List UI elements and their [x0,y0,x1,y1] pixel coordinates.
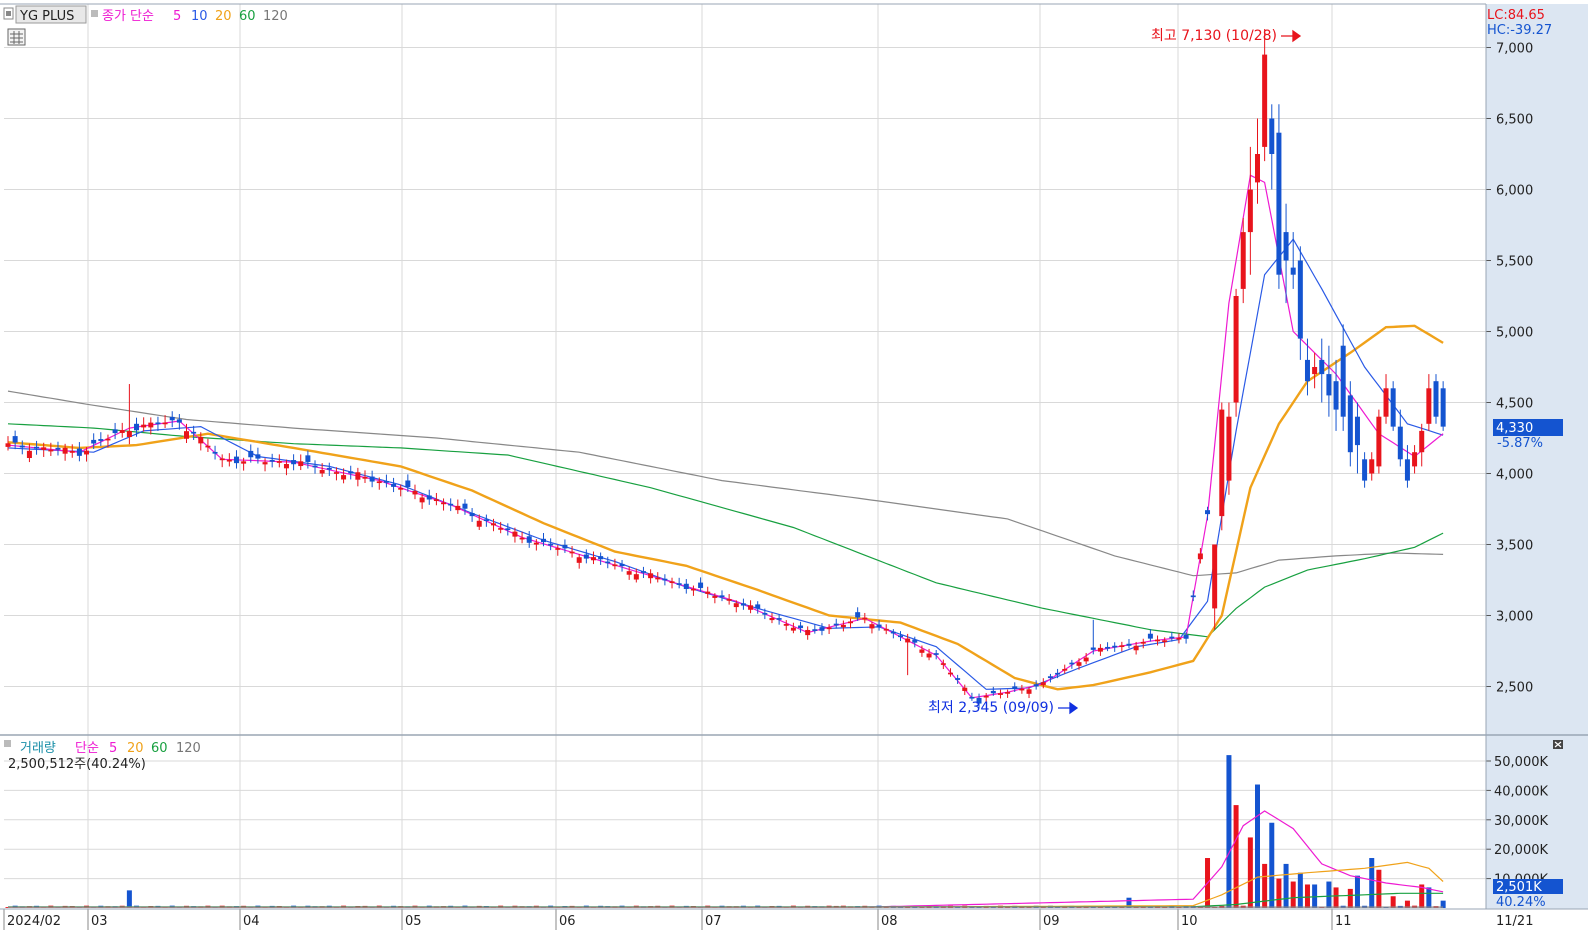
price-tick-label: 6,500 [1496,113,1533,128]
volume-bar [1247,837,1253,908]
volume-bar [1283,863,1289,908]
candle [1390,381,1396,431]
collapse-icon-inner [6,11,11,16]
volume-bar [1347,888,1353,908]
price-tick-label: 3,000 [1496,610,1533,625]
volume-bar [1290,881,1296,908]
price-tick-label: 4,000 [1496,468,1533,483]
table-grid-icon[interactable] [7,28,26,46]
price-tick-label: 4,500 [1496,397,1533,412]
volume-bar [1426,887,1432,908]
volume-bar [1269,822,1275,908]
volume-label[interactable]: 거래량 [20,741,56,756]
volume-bar [1255,784,1260,908]
stock-chart-window: 7,000 6,500 6,000 5,500 5,000 4,500 4,000 3,500… [0,0,1588,949]
date-tick-label: 10 [1181,914,1198,929]
date-tick-label: 11 [1335,914,1352,929]
candle [1440,381,1446,431]
volume-bar [126,890,132,908]
date-tick-label: 07 [705,914,722,929]
ma-bullet-icon [91,10,98,17]
date-tick-label: 03 [91,914,108,929]
volume-bar [1297,872,1303,908]
price-tick-label: 5,000 [1496,326,1533,341]
volume-tick-label: 50,000K [1494,755,1548,770]
stock-name[interactable]: YG PLUS [19,9,74,24]
price-tick-label: 5,500 [1496,255,1533,270]
volume-tick-label: 30,000K [1494,814,1548,829]
price-tick-label: 6,000 [1496,184,1533,199]
volume-bar [1333,887,1339,908]
candle [1219,402,1225,531]
ma10-label[interactable]: 10 [191,9,208,24]
candle [1376,409,1382,474]
y-axis-panel [1486,4,1588,909]
date-tick-label: 08 [881,914,898,929]
high-annotation: 최고 7,130 (10/28) [1151,28,1277,44]
volume-bar [1276,878,1282,908]
volume-bar [1376,869,1382,908]
window-bg [0,0,1588,949]
volume-bar [1354,875,1360,908]
ma5-label[interactable]: 5 [173,9,181,24]
volume-bar [1326,881,1332,908]
volume-tick-label: 40,000K [1494,784,1548,799]
current-price: 4,330 [1496,421,1533,436]
chart-canvas[interactable]: 7,000 6,500 6,000 5,500 5,000 4,500 4,000 3,500… [0,0,1588,949]
volume-bar [1304,884,1310,908]
candle [1433,374,1439,424]
current-volume-value: 2,501K [1496,880,1542,895]
date-tick-label: 06 [559,914,576,929]
candle [1233,288,1239,417]
volume-bar [1369,858,1375,908]
hc-value: HC:-39.27 [1487,23,1552,38]
current-volume: 2,500,512주(40.24%) [8,757,146,772]
date-tick-label: 05 [405,914,422,929]
ma20-label[interactable]: 20 [215,9,232,24]
date-tick-label: 04 [243,914,260,929]
low-annotation: 최저 2,345 (09/09) [928,700,1054,716]
price-tick-label: 2,500 [1496,681,1533,696]
vma5-label[interactable]: 5 [109,741,117,756]
lc-value: LC:84.65 [1487,8,1545,23]
volume-bar [1226,755,1232,908]
ma60-label[interactable]: 60 [239,9,256,24]
volume-bullet-icon [4,740,11,747]
ma120-label[interactable]: 120 [263,9,288,24]
vma120-label[interactable]: 120 [176,741,201,756]
price-tick-label: 3,500 [1496,539,1533,554]
current-volume-pct: 40.24% [1496,895,1546,910]
vma20-label[interactable]: 20 [127,741,144,756]
volume-ma-label[interactable]: 단순 [75,741,99,756]
date-tick-label: 11/21 [1496,914,1533,929]
current-change: -5.87% [1497,436,1543,451]
volume-bar [1390,896,1396,908]
volume-bar [1233,805,1239,908]
vma60-label[interactable]: 60 [151,741,168,756]
date-tick-label: 09 [1043,914,1060,929]
ma-label[interactable]: 종가 단순 [102,9,154,24]
date-tick-label: 2024/02 [7,914,61,929]
price-tick-label: 7,000 [1496,42,1533,57]
volume-tick-label: 20,000K [1494,843,1548,858]
